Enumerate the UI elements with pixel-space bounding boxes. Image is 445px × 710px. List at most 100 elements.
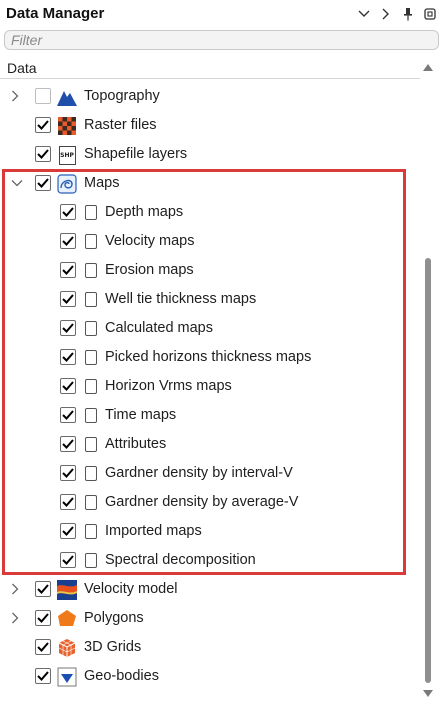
chevron-right-icon[interactable] — [375, 4, 397, 24]
scrollbar-thumb[interactable] — [425, 258, 431, 683]
tree-row-map-child[interactable]: Well tie thickness maps — [0, 285, 420, 314]
tree-label: Geo-bodies — [84, 668, 159, 684]
topography-checkbox[interactable] — [35, 88, 51, 104]
raster-grid-icon — [57, 116, 77, 136]
tree-row-map-child[interactable]: Time maps — [0, 401, 420, 430]
shp-file-icon-text: SHP — [58, 145, 76, 165]
map-document-icon — [85, 321, 97, 336]
tree-row-topography[interactable]: Topography — [0, 82, 420, 111]
tree-row-geo-bodies[interactable]: Geo-bodies — [0, 662, 420, 691]
tree-row-shapefile-layers[interactable]: SHP Shapefile layers — [0, 140, 420, 169]
tree-row-map-child[interactable]: Imported maps — [0, 517, 420, 546]
map-document-icon — [85, 466, 97, 481]
tree-label: Picked horizons thickness maps — [105, 349, 312, 365]
tree-label: Topography — [84, 88, 160, 104]
map-child-checkbox[interactable] — [60, 320, 76, 336]
map-child-checkbox[interactable] — [60, 378, 76, 394]
scroll-down-arrow-icon[interactable] — [420, 686, 436, 700]
tree-label: Velocity model — [84, 581, 178, 597]
tree-row-map-child[interactable]: Erosion maps — [0, 256, 420, 285]
map-child-checkbox[interactable] — [60, 494, 76, 510]
tree-row-map-child[interactable]: Spectral decomposition — [0, 546, 420, 575]
expand-chevron-icon[interactable] — [8, 611, 22, 625]
map-child-checkbox[interactable] — [60, 291, 76, 307]
tree-label: Calculated maps — [105, 320, 213, 336]
map-document-icon — [85, 437, 97, 452]
map-document-icon — [85, 234, 97, 249]
shapefile-layers-checkbox[interactable] — [35, 146, 51, 162]
map-document-icon — [85, 205, 97, 220]
maps-contour-icon — [57, 174, 77, 194]
tree-row-map-child[interactable]: Velocity maps — [0, 227, 420, 256]
map-child-checkbox[interactable] — [60, 349, 76, 365]
tree-row-polygons[interactable]: Polygons — [0, 604, 420, 633]
chevron-down-icon[interactable] — [353, 4, 375, 24]
tree-label: Shapefile layers — [84, 146, 188, 162]
velocity-model-checkbox[interactable] — [35, 581, 51, 597]
tree-row-map-child[interactable]: Attributes — [0, 430, 420, 459]
titlebar-controls — [353, 4, 441, 24]
map-document-icon — [85, 292, 97, 307]
map-child-checkbox[interactable] — [60, 465, 76, 481]
float-window-icon[interactable] — [419, 4, 441, 24]
tree-label: Spectral decomposition — [105, 552, 256, 568]
polygon-icon — [57, 609, 77, 629]
geo-bodies-checkbox[interactable] — [35, 668, 51, 684]
tree-row-map-child[interactable]: Horizon Vrms maps — [0, 372, 420, 401]
velocity-model-icon — [57, 580, 77, 600]
tree-label: Well tie thickness maps — [105, 291, 257, 307]
map-document-icon — [85, 553, 97, 568]
panel-title: Data Manager — [6, 5, 105, 22]
cube-grid-icon — [57, 638, 77, 658]
collapse-chevron-icon[interactable] — [10, 176, 24, 190]
map-document-icon — [85, 263, 97, 278]
map-document-icon — [85, 408, 97, 423]
raster-files-checkbox[interactable] — [35, 117, 51, 133]
geo-body-icon — [57, 667, 77, 687]
map-document-icon — [85, 350, 97, 365]
map-document-icon — [85, 379, 97, 394]
map-child-checkbox[interactable] — [60, 233, 76, 249]
topography-mountain-icon — [57, 87, 77, 107]
tree-label: Time maps — [105, 407, 177, 423]
tree-row-map-child[interactable]: Depth maps — [0, 198, 420, 227]
tree-row-map-child[interactable]: Gardner density by average-V — [0, 488, 420, 517]
map-child-checkbox[interactable] — [60, 523, 76, 539]
tree-row-raster-files[interactable]: Raster files — [0, 111, 420, 140]
expand-chevron-icon[interactable] — [8, 582, 22, 596]
tree-label: Imported maps — [105, 523, 202, 539]
tree-label: Gardner density by interval-V — [105, 465, 293, 481]
tree-row-3d-grids[interactable]: 3D Grids — [0, 633, 420, 662]
map-child-checkbox[interactable] — [60, 436, 76, 452]
map-child-checkbox[interactable] — [60, 552, 76, 568]
filter-box — [4, 30, 439, 50]
expand-chevron-icon[interactable] — [8, 89, 22, 103]
maps-checkbox[interactable] — [35, 175, 51, 191]
tree-label: Velocity maps — [105, 233, 195, 249]
tree-label: Depth maps — [105, 204, 184, 220]
tree-label: Attributes — [105, 436, 167, 452]
tree-label: 3D Grids — [84, 639, 142, 655]
tree-row-map-child[interactable]: Calculated maps — [0, 314, 420, 343]
column-header[interactable]: Data — [0, 58, 420, 79]
tree-row-map-child[interactable]: Gardner density by interval-V — [0, 459, 420, 488]
tree-row-map-child[interactable]: Picked horizons thickness maps — [0, 343, 420, 372]
map-child-checkbox[interactable] — [60, 262, 76, 278]
filter-input[interactable] — [11, 32, 431, 48]
map-child-checkbox[interactable] — [60, 407, 76, 423]
tree-row-maps[interactable]: Maps — [0, 169, 420, 198]
map-document-icon — [85, 524, 97, 539]
tree-label: Maps — [84, 175, 120, 191]
tree-label: Erosion maps — [105, 262, 194, 278]
panel-titlebar: Data Manager — [0, 0, 445, 28]
tree-label: Polygons — [84, 610, 144, 626]
tree-row-velocity-model[interactable]: Velocity model — [0, 575, 420, 604]
scroll-up-arrow-icon[interactable] — [420, 60, 436, 74]
tree-label: Gardner density by average-V — [105, 494, 299, 510]
map-child-checkbox[interactable] — [60, 204, 76, 220]
3d-grids-checkbox[interactable] — [35, 639, 51, 655]
tree-label: Horizon Vrms maps — [105, 378, 232, 394]
pin-icon[interactable] — [397, 4, 419, 24]
column-header-label: Data — [7, 60, 37, 76]
polygons-checkbox[interactable] — [35, 610, 51, 626]
